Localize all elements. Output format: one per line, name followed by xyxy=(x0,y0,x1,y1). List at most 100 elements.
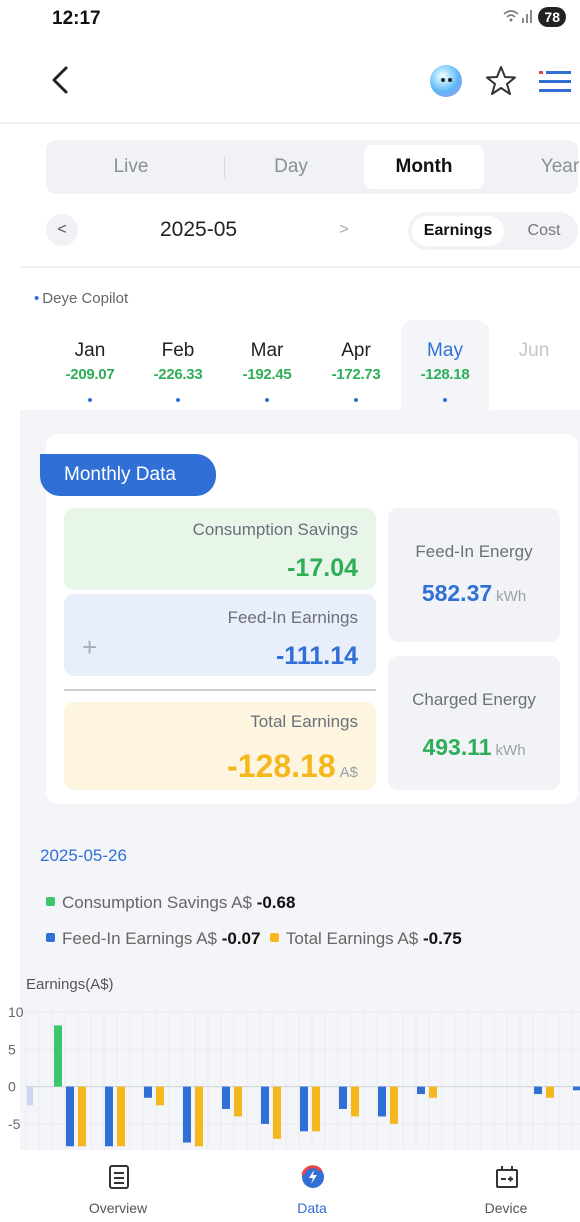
tab-year[interactable]: Year xyxy=(494,140,580,194)
month-dot xyxy=(176,398,180,402)
bar-total-earnings xyxy=(429,1086,437,1098)
consumption-swatch xyxy=(46,897,55,907)
bar-total-earnings xyxy=(78,1086,86,1147)
bar-total-earnings xyxy=(195,1086,203,1147)
feed-in-energy-value: 582.37 xyxy=(421,580,493,606)
tab-live[interactable]: Live xyxy=(66,140,196,194)
nav-overview[interactable]: Overview xyxy=(58,1150,178,1222)
month-item-apr[interactable]: Apr -172.73 xyxy=(312,320,400,410)
bar-feed-in-earnings xyxy=(417,1086,425,1095)
charged-energy-value: 493.11 xyxy=(422,734,492,760)
menu-icon xyxy=(539,71,571,92)
month-dot xyxy=(443,398,447,402)
selected-day-label: 2025-05-26 xyxy=(40,846,127,865)
sum-divider xyxy=(64,689,376,691)
bar-feed-in-earnings xyxy=(261,1086,269,1124)
bar-feed-in-earnings xyxy=(183,1086,191,1143)
month-name: Mar xyxy=(250,340,284,361)
consumption-savings-value: -17.04 xyxy=(287,554,358,582)
total-earnings-unit: A$ xyxy=(339,764,358,781)
month-name: Feb xyxy=(161,340,195,361)
copilot-avatar[interactable] xyxy=(430,65,462,97)
y-tick-label: 5 xyxy=(8,1041,16,1057)
chevron-left-icon xyxy=(52,66,68,94)
next-date-button[interactable]: > xyxy=(328,214,360,246)
total-swatch xyxy=(269,933,279,943)
current-date[interactable]: 2025-05 xyxy=(160,218,237,242)
feed-in-energy-cell xyxy=(388,508,560,642)
month-value: -226.33 xyxy=(153,366,203,383)
month-item-may[interactable]: May -128.18 xyxy=(401,320,489,410)
status-bar: 12:17 78 xyxy=(0,0,580,40)
bar-feed-in-earnings xyxy=(573,1086,580,1091)
legend-feed-in-label: Feed-In Earnings A$ xyxy=(62,929,217,948)
bar-consumption-savings xyxy=(54,1025,62,1087)
bottom-navigation: Overview Data Device xyxy=(0,1150,580,1222)
month-name: Jun xyxy=(518,340,550,361)
legend-consumption: Consumption Savings A$ -0.68 xyxy=(46,893,295,913)
bar-total-earnings xyxy=(390,1086,398,1124)
bar-feed-in-earnings-partial xyxy=(27,1086,33,1106)
month-name: Jan xyxy=(74,340,106,361)
y-tick-label: -5 xyxy=(8,1116,21,1132)
legend-consumption-label: Consumption Savings A$ xyxy=(62,893,252,912)
back-button[interactable] xyxy=(46,62,76,98)
nav-device[interactable]: Device xyxy=(446,1150,566,1222)
month-item-feb[interactable]: Feb -226.33 xyxy=(134,320,222,410)
feed-in-earnings-label: Feed-In Earnings xyxy=(227,608,358,627)
nav-bar xyxy=(0,40,580,124)
earnings-bar-chart[interactable]: 10 5 0 -5 xyxy=(0,1000,580,1150)
bar-feed-in-earnings xyxy=(378,1086,386,1117)
month-name: Apr xyxy=(341,340,371,361)
month-item-mar[interactable]: Mar -192.45 xyxy=(223,320,311,410)
nav-data[interactable]: Data xyxy=(252,1150,372,1222)
bar-total-earnings xyxy=(351,1086,359,1117)
tab-day[interactable]: Day xyxy=(226,140,356,194)
star-icon xyxy=(486,66,516,95)
period-tabs: Live Day Month Year xyxy=(46,140,580,194)
battery-indicator: 78 xyxy=(538,7,566,27)
legend-feed-in-value: -0.07 xyxy=(221,929,261,948)
feed-in-energy-label: Feed-In Energy xyxy=(415,542,533,561)
month-item-jan[interactable]: Jan -209.07 xyxy=(46,320,134,410)
feed-in-energy-amount: 582.37 kWh xyxy=(388,580,560,607)
chart-y-axis-title: Earnings(A$) xyxy=(26,976,114,993)
month-item-jun[interactable]: Jun xyxy=(490,320,578,410)
bar-feed-in-earnings xyxy=(222,1086,230,1109)
bar-feed-in-earnings xyxy=(144,1086,152,1098)
bar-feed-in-earnings xyxy=(66,1086,74,1147)
month-dot xyxy=(88,398,92,402)
copilot-tag[interactable]: • Deye Copilot xyxy=(34,290,128,307)
favorite-button[interactable] xyxy=(484,64,518,98)
document-icon xyxy=(109,1165,129,1189)
bar-feed-in-earnings xyxy=(534,1086,542,1095)
earnings-toggle[interactable]: Earnings xyxy=(412,216,504,246)
earnings-cost-toggle: Earnings Cost xyxy=(408,212,578,250)
bar-feed-in-earnings xyxy=(300,1086,308,1132)
divider xyxy=(20,266,580,268)
charged-energy-label: Charged Energy xyxy=(412,690,536,709)
total-earnings-value: -128.18 xyxy=(227,748,336,784)
month-dot xyxy=(354,398,358,402)
status-icons: 78 xyxy=(502,7,566,27)
nav-overview-label: Overview xyxy=(88,1200,148,1216)
legend-total-value: -0.75 xyxy=(422,929,462,948)
bar-total-earnings xyxy=(273,1086,281,1139)
date-navigation: < 2025-05 > Earnings Cost xyxy=(0,206,580,260)
device-icon xyxy=(496,1166,518,1188)
wifi-signal-icon xyxy=(502,8,533,27)
menu-button[interactable] xyxy=(539,68,571,96)
plus-icon: + xyxy=(82,632,98,662)
y-tick-label: 10 xyxy=(8,1004,24,1020)
charged-energy-unit: kWh xyxy=(495,742,526,759)
bar-feed-in-earnings xyxy=(105,1086,113,1147)
month-name: May xyxy=(427,340,463,361)
total-earnings-label: Total Earnings xyxy=(250,712,358,731)
month-selector: Jan -209.07 Feb -226.33 Mar -192.45 Apr … xyxy=(0,320,580,410)
feed-in-swatch xyxy=(46,933,55,943)
cost-toggle[interactable]: Cost xyxy=(512,216,576,246)
previous-date-button[interactable]: < xyxy=(46,214,78,246)
tab-month[interactable]: Month xyxy=(364,145,484,189)
charged-energy-cell xyxy=(388,656,560,790)
status-time: 12:17 xyxy=(52,8,101,29)
